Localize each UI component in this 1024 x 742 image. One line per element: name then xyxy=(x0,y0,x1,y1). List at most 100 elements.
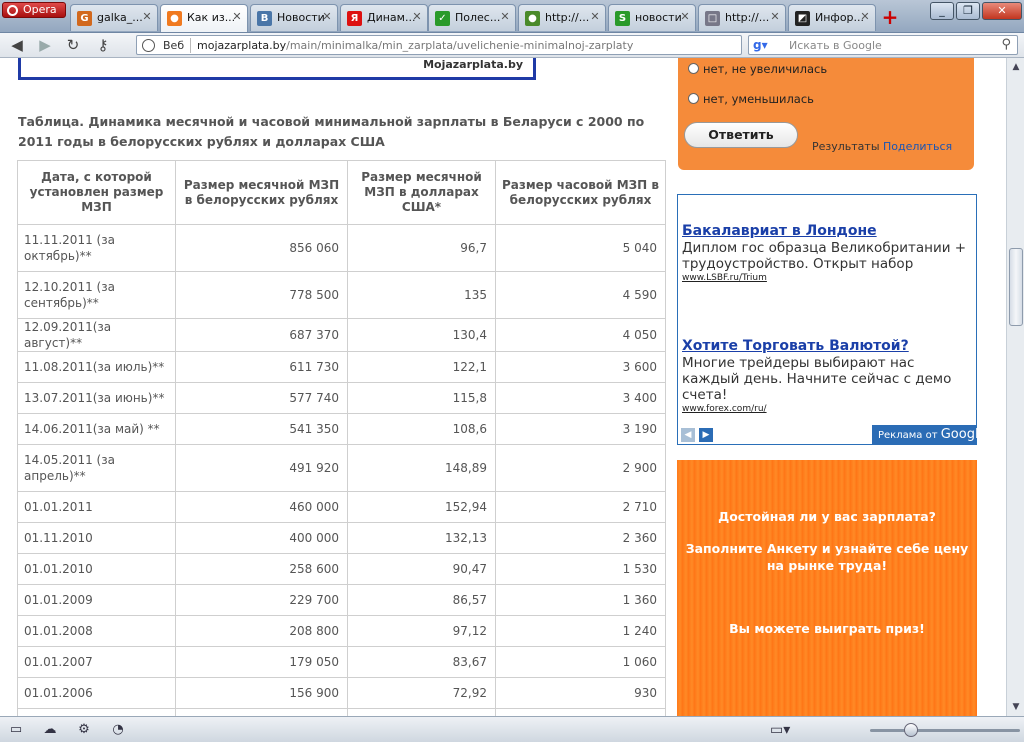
header-monthly-usd: Размер месячной МЗП в долларах США* xyxy=(347,160,496,225)
promo-line: Вы можете выиграть приз! xyxy=(729,621,925,636)
reload-icon[interactable]: ↻ xyxy=(62,36,84,54)
panel-toggle-icon[interactable]: ▭ xyxy=(8,722,24,738)
page-viewport: Mojazarplata.by Таблица. Динамика месячн… xyxy=(0,58,1006,716)
tab-favicon-icon: S xyxy=(615,11,630,26)
address-domain: mojazarplata.by xyxy=(197,39,287,52)
speed-dial-icon[interactable]: ◔ xyxy=(110,722,126,738)
prev-ad-icon[interactable]: ◀ xyxy=(681,428,695,442)
address-url: mojazarplata.by/main/minimalka/min_zarpl… xyxy=(197,39,633,52)
google-search-field[interactable]: g▾ Искать в Google ⚲ xyxy=(748,35,1018,55)
vertical-scrollbar[interactable]: ▲ ▼ xyxy=(1006,58,1024,716)
tab-favicon-icon: Я xyxy=(347,11,362,26)
table-cell: 01.01.2008 xyxy=(17,615,176,647)
browser-tab[interactable]: ● Как из... ✕ xyxy=(160,4,248,32)
table-row: 01.01.2009 229 700 86,57 1 360 xyxy=(17,584,666,616)
table-cell: 930 xyxy=(495,677,666,709)
browser-tab[interactable]: Ggalka_... ✕ xyxy=(70,4,158,31)
table-row: 13.07.2011(за июнь)** 577 740 115,8 3 400 xyxy=(17,382,666,414)
globe-icon xyxy=(142,39,155,52)
header-monthly-byr: Размер месячной МЗП в белорусских рублях xyxy=(175,160,348,225)
table-cell: 14.05.2011 (за апрель)** xyxy=(17,444,176,492)
poll-option[interactable]: нет, уменьшилась xyxy=(688,92,814,106)
ad-item[interactable]: Хотите Торговать Валютой? Многие трейдер… xyxy=(682,338,972,415)
table-row: 01.11.2010 400 000 132,13 2 360 xyxy=(17,522,666,554)
browser-tab[interactable]: □ http://... ✕ xyxy=(698,4,786,31)
tab-close-icon[interactable]: ✕ xyxy=(499,11,511,23)
view-icon[interactable]: ▭▾ xyxy=(770,722,790,738)
scroll-up-icon[interactable]: ▲ xyxy=(1009,60,1023,74)
ad-url[interactable]: www.forex.com/ru/ xyxy=(682,403,972,415)
table-cell xyxy=(17,708,176,716)
minimize-button[interactable]: _ xyxy=(930,2,954,20)
table-cell: 2 360 xyxy=(495,522,666,554)
turbo-icon[interactable]: ⚙ xyxy=(76,722,92,738)
close-window-button[interactable]: ✕ xyxy=(982,2,1022,20)
key-icon[interactable]: ⚷ xyxy=(92,36,114,54)
promo-line: Заполните Анкету и узнайте себе цену xyxy=(685,541,969,556)
tab-close-icon[interactable]: ✕ xyxy=(411,11,423,23)
table-row: 12.10.2011 (за сентябрь)** 778 500 135 4 59… xyxy=(17,271,666,319)
table-cell: 86,57 xyxy=(347,584,496,616)
table-caption: Таблица. Динамика месячной и часовой мин… xyxy=(18,114,645,149)
site-banner[interactable]: Mojazarplata.by xyxy=(18,58,536,80)
table-cell xyxy=(175,708,348,716)
scroll-down-icon[interactable]: ▼ xyxy=(1009,700,1023,714)
search-placeholder: Искать в Google xyxy=(789,39,882,52)
table-cell: 11.11.2011 (за октябрь)** xyxy=(17,224,176,272)
table-row: 11.08.2011(за июль)** 611 730 122,1 3 600 xyxy=(17,351,666,383)
browser-tab[interactable]: Sновости ✕ xyxy=(608,4,696,31)
forward-icon[interactable]: ▶ xyxy=(34,36,56,54)
tab-close-icon[interactable]: ✕ xyxy=(141,11,153,23)
tab-close-icon[interactable]: ✕ xyxy=(321,11,333,23)
search-icon[interactable]: ⚲ xyxy=(1001,37,1011,52)
tab-close-icon[interactable]: ✕ xyxy=(231,11,243,23)
table-cell: 3 400 xyxy=(495,382,666,414)
table-cell: 01.01.2011 xyxy=(17,491,176,523)
ads-by-google[interactable]: Реклама от Google xyxy=(872,425,987,445)
ad-item[interactable]: Бакалавриат в Лондоне Диплом гос образца… xyxy=(682,223,972,284)
browser-tab[interactable]: B Новости ✕ xyxy=(250,4,338,31)
tab-close-icon[interactable]: ✕ xyxy=(589,11,601,23)
poll-option[interactable]: нет, не увеличилась xyxy=(688,62,827,76)
salary-promo-banner[interactable]: Достойная ли у вас зарплата? Заполните А… xyxy=(677,460,977,716)
next-ad-icon[interactable]: ▶ xyxy=(699,428,713,442)
google-icon[interactable]: g▾ xyxy=(753,38,777,53)
browser-tab[interactable]: ● http://... ✕ xyxy=(518,4,606,31)
table-cell: 108,6 xyxy=(347,413,496,445)
back-icon[interactable]: ◀ xyxy=(6,36,28,54)
answer-button[interactable]: Ответить xyxy=(684,122,798,148)
unite-cloud-icon[interactable]: ☁ xyxy=(42,722,58,738)
tab-label: Полес... xyxy=(455,11,501,24)
address-field[interactable]: Веб mojazarplata.by/main/minimalka/min_z… xyxy=(136,35,742,55)
browser-tab[interactable]: ◩ Инфор... ✕ xyxy=(788,4,876,31)
tab-close-icon[interactable]: ✕ xyxy=(859,11,871,23)
mzp-table: Дата, с которой установлен размер МЗП Ра… xyxy=(17,160,666,716)
browser-tab[interactable]: ✓ Полес... ✕ xyxy=(428,4,516,31)
browser-tab[interactable]: Я Динам... ✕ xyxy=(340,4,428,31)
opera-menu-button[interactable]: Opera xyxy=(2,2,66,18)
table-cell: 611 730 xyxy=(175,351,348,383)
opera-logo-icon xyxy=(7,5,18,16)
zoom-knob[interactable] xyxy=(904,723,918,737)
radio-icon[interactable] xyxy=(688,93,699,104)
new-tab-button[interactable]: + xyxy=(880,7,900,27)
radio-icon[interactable] xyxy=(688,63,699,74)
table-cell: 130,4 xyxy=(347,318,496,352)
table-cell: 1 530 xyxy=(495,553,666,585)
share-link[interactable]: Поделиться xyxy=(883,140,952,153)
ad-title[interactable]: Бакалавриат в Лондоне xyxy=(682,223,972,240)
table-cell xyxy=(347,708,496,716)
table-cell: 3 600 xyxy=(495,351,666,383)
tab-close-icon[interactable]: ✕ xyxy=(679,11,691,23)
table-cell: 541 350 xyxy=(175,413,348,445)
results-link[interactable]: Результаты xyxy=(812,140,880,153)
ad-url[interactable]: www.LSBF.ru/Trium xyxy=(682,272,972,284)
status-bar: ▭ ☁ ⚙ ◔ ▭▾ xyxy=(0,716,1024,742)
zoom-slider[interactable] xyxy=(870,723,1020,737)
poll-option-label: нет, уменьшилась xyxy=(703,92,814,106)
tab-close-icon[interactable]: ✕ xyxy=(769,11,781,23)
ad-title[interactable]: Хотите Торговать Валютой? xyxy=(682,338,972,355)
poll-option-label: нет, не увеличилась xyxy=(703,62,828,76)
restore-button[interactable]: ❐ xyxy=(956,2,980,20)
scrollbar-thumb[interactable] xyxy=(1009,248,1023,326)
